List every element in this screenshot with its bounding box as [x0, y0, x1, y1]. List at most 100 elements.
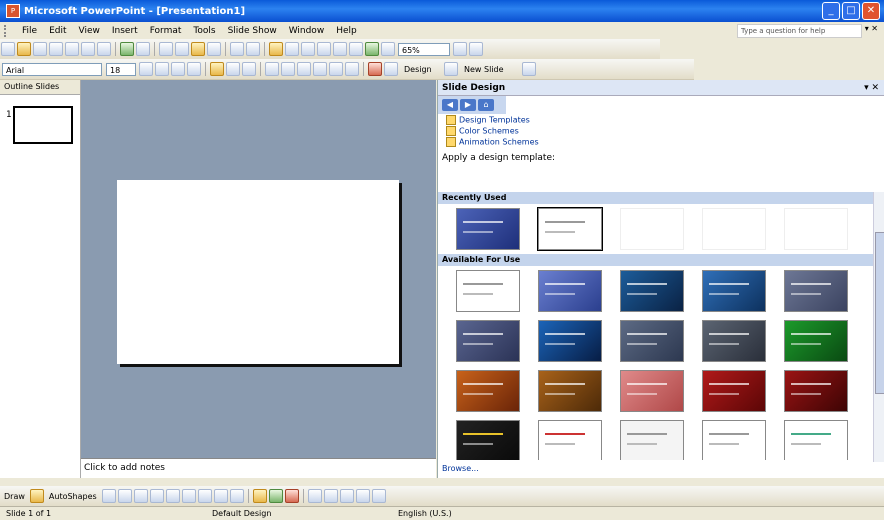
expand-all-icon[interactable]	[333, 42, 347, 56]
design-thumbnail[interactable]	[784, 320, 848, 362]
menu-tools[interactable]: Tools	[187, 26, 221, 36]
undo-icon[interactable]	[230, 42, 244, 56]
task-pane-scrollbar[interactable]	[873, 192, 884, 462]
shadow-style-icon[interactable]	[355, 489, 370, 503]
design-thumbnail[interactable]	[456, 208, 520, 250]
align-right-icon[interactable]	[242, 62, 256, 76]
design-thumbnail[interactable]	[784, 370, 848, 412]
design-thumbnail[interactable]	[456, 320, 520, 362]
format-painter-icon[interactable]	[207, 42, 221, 56]
maximize-icon[interactable]: □	[842, 2, 860, 20]
center-icon[interactable]	[226, 62, 240, 76]
close-icon[interactable]: ✕	[862, 2, 880, 20]
shadow-icon[interactable]	[187, 62, 201, 76]
design-thumbnail[interactable]	[702, 370, 766, 412]
design-thumbnail[interactable]	[538, 270, 602, 312]
copy-icon[interactable]	[175, 42, 189, 56]
design-button[interactable]: Design	[401, 63, 441, 76]
design-thumbnail[interactable]	[702, 420, 766, 460]
dash-style-icon[interactable]	[323, 489, 338, 503]
slide-thumbnail[interactable]	[13, 106, 73, 144]
redo-icon[interactable]	[246, 42, 260, 56]
design-thumbnail[interactable]	[620, 420, 684, 460]
new-icon[interactable]	[1, 42, 15, 56]
picture-icon[interactable]	[229, 489, 244, 503]
save-icon[interactable]	[33, 42, 47, 56]
zoom-select[interactable]: 65%	[398, 42, 450, 56]
underline-icon[interactable]	[171, 62, 185, 76]
select-objects-icon[interactable]	[29, 489, 44, 503]
animation-schemes-link[interactable]: Animation Schemes	[438, 136, 884, 147]
powerpoint-app-icon[interactable]: P	[6, 4, 20, 18]
arrow-icon[interactable]	[117, 489, 132, 503]
clipart-icon[interactable]	[213, 489, 228, 503]
design-templates-link[interactable]: Design Templates	[438, 114, 884, 125]
line-style-icon[interactable]	[307, 489, 322, 503]
oval-icon[interactable]	[149, 489, 164, 503]
paste-icon[interactable]	[191, 42, 205, 56]
design-thumbnail[interactable]	[784, 270, 848, 312]
minimize-icon[interactable]: _	[822, 2, 840, 20]
menu-format[interactable]: Format	[144, 26, 188, 36]
menu-edit[interactable]: Edit	[43, 26, 72, 36]
permission-icon[interactable]	[49, 42, 63, 56]
design-thumbnail[interactable]	[537, 207, 603, 251]
forward-icon[interactable]: ▶	[460, 99, 476, 111]
fill-color-icon[interactable]	[252, 489, 267, 503]
design-thumbnail[interactable]	[702, 320, 766, 362]
color-grayscale-icon[interactable]	[381, 42, 395, 56]
design-thumbnail[interactable]	[620, 370, 684, 412]
bold-icon[interactable]	[139, 62, 153, 76]
design-thumbnail[interactable]	[538, 420, 602, 460]
open-icon[interactable]	[17, 42, 31, 56]
arrow-style-icon[interactable]	[339, 489, 354, 503]
design-thumbnail[interactable]	[784, 420, 848, 460]
show-formatting-icon[interactable]	[349, 42, 363, 56]
insert-hyperlink-icon[interactable]	[317, 42, 331, 56]
design-thumbnail[interactable]	[456, 370, 520, 412]
design-thumbnail[interactable]	[702, 270, 766, 312]
decrease-indent-icon[interactable]	[329, 62, 343, 76]
tables-borders-icon[interactable]	[301, 42, 315, 56]
task-pane-title[interactable]: Slide Design	[438, 83, 505, 93]
outline-slides-tabs[interactable]: Outline Slides	[0, 80, 80, 95]
font-color-icon[interactable]	[368, 62, 382, 76]
spelling-icon[interactable]	[120, 42, 134, 56]
help-icon[interactable]	[453, 42, 467, 56]
menu-file[interactable]: File	[16, 26, 43, 36]
new-slide-icon[interactable]	[444, 62, 458, 76]
print-preview-icon[interactable]	[97, 42, 111, 56]
diagram-icon[interactable]	[197, 489, 212, 503]
cut-icon[interactable]	[159, 42, 173, 56]
color-schemes-link[interactable]: Color Schemes	[438, 125, 884, 136]
decrease-font-icon[interactable]	[313, 62, 327, 76]
help-search-input[interactable]: Type a question for help	[737, 24, 862, 38]
align-left-icon[interactable]	[210, 62, 224, 76]
print-icon[interactable]	[81, 42, 95, 56]
draw-menu[interactable]: Draw	[0, 492, 29, 501]
insert-table-icon[interactable]	[285, 42, 299, 56]
design-thumbnail[interactable]	[538, 370, 602, 412]
menu-grip[interactable]	[4, 24, 10, 37]
notes-pane[interactable]: Click to add notes	[81, 458, 436, 478]
toolbar-options-icon[interactable]	[469, 42, 483, 56]
research-icon[interactable]	[136, 42, 150, 56]
increase-indent-icon[interactable]	[345, 62, 359, 76]
insert-chart-icon[interactable]	[269, 42, 283, 56]
menu-view[interactable]: View	[73, 26, 106, 36]
toolbar-options-icon[interactable]	[522, 62, 536, 76]
wordart-icon[interactable]	[181, 489, 196, 503]
help-close-icon[interactable]: ▾ ✕	[865, 24, 878, 33]
3d-style-icon[interactable]	[371, 489, 386, 503]
home-icon[interactable]: ⌂	[478, 99, 494, 111]
numbering-icon[interactable]	[265, 62, 279, 76]
slide-canvas[interactable]	[117, 180, 399, 364]
design-thumbnail[interactable]	[538, 320, 602, 362]
font-name-select[interactable]: Arial	[2, 62, 102, 76]
line-color-icon[interactable]	[268, 489, 283, 503]
design-thumbnail[interactable]	[620, 270, 684, 312]
new-slide-button[interactable]: New Slide	[461, 63, 519, 76]
menu-insert[interactable]: Insert	[106, 26, 144, 36]
browse-link[interactable]: Browse...	[442, 464, 479, 473]
back-icon[interactable]: ◀	[442, 99, 458, 111]
